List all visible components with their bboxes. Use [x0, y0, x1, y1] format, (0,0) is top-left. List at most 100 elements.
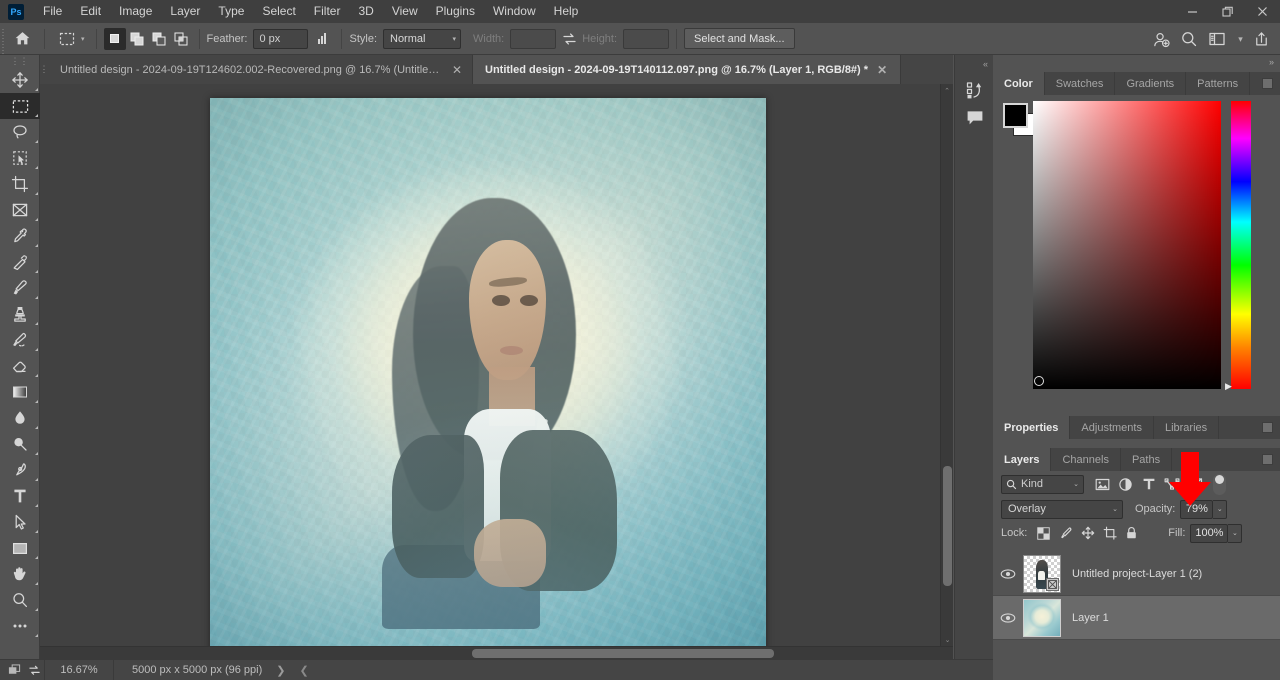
document-tab-1[interactable]: Untitled design - 2024-09-19T124602.002-… — [48, 55, 473, 84]
menu-item-file[interactable]: File — [34, 0, 71, 23]
vertical-scroll-thumb[interactable] — [943, 466, 952, 586]
horizontal-scroll-thumb[interactable] — [472, 649, 774, 658]
history-brush-tool[interactable] — [0, 327, 40, 353]
add-to-selection-button[interactable] — [126, 28, 148, 50]
close-icon[interactable]: ✕ — [877, 64, 887, 76]
fill-input[interactable]: 100% — [1190, 524, 1228, 543]
select-and-mask-button[interactable]: Select and Mask... — [684, 28, 795, 49]
minimize-button[interactable] — [1175, 0, 1210, 23]
status-expand-icon[interactable]: ❯ — [276, 664, 285, 677]
pen-tool[interactable] — [0, 457, 40, 483]
tab-channels[interactable]: Channels — [1051, 448, 1120, 471]
filter-toggle-switch[interactable] — [1213, 474, 1226, 495]
brush-tool[interactable] — [0, 275, 40, 301]
fill-chevron-icon[interactable]: ⌄ — [1228, 524, 1242, 543]
tab-libraries[interactable]: Libraries — [1154, 416, 1219, 439]
layer-name[interactable]: Untitled project-Layer 1 (2) — [1072, 568, 1202, 580]
chevron-down-icon[interactable]: ▾ — [81, 35, 85, 43]
width-input[interactable] — [510, 29, 556, 49]
rectangular-marquee-tool[interactable] — [0, 93, 40, 119]
table-row[interactable]: Untitled project-Layer 1 (2) — [993, 552, 1280, 596]
layer-visibility-toggle[interactable] — [993, 568, 1023, 580]
edit-toolbar-tool[interactable] — [0, 613, 40, 639]
rotate-view-icon[interactable] — [28, 664, 41, 677]
lock-transparent-pixels-icon[interactable] — [1033, 523, 1054, 543]
close-icon[interactable]: ✕ — [452, 64, 462, 76]
object-selection-tool[interactable] — [0, 145, 40, 171]
eraser-tool[interactable] — [0, 353, 40, 379]
menu-item-edit[interactable]: Edit — [71, 0, 110, 23]
tab-gradients[interactable]: Gradients — [1115, 72, 1186, 95]
rectangle-tool[interactable] — [0, 535, 40, 561]
scroll-down-icon[interactable]: ⌄ — [941, 633, 954, 646]
history-icon[interactable] — [955, 76, 994, 104]
menu-item-select[interactable]: Select — [253, 0, 304, 23]
lock-artboard-nesting-icon[interactable] — [1099, 523, 1120, 543]
foreground-color-swatch[interactable] — [1003, 103, 1028, 128]
type-tool[interactable] — [0, 483, 40, 509]
menu-item-window[interactable]: Window — [484, 0, 545, 23]
tab-properties[interactable]: Properties — [993, 416, 1070, 439]
swap-width-height-icon[interactable] — [556, 32, 582, 46]
foreground-background-swatches[interactable] — [1001, 101, 1037, 135]
tab-swatches[interactable]: Swatches — [1045, 72, 1116, 95]
options-bar-grip[interactable] — [0, 23, 7, 55]
tab-patterns[interactable]: Patterns — [1186, 72, 1250, 95]
tab-layers[interactable]: Layers — [993, 448, 1051, 471]
export-icon[interactable] — [1248, 26, 1274, 52]
zoom-level-field[interactable]: 16.67% — [44, 660, 114, 680]
tab-color[interactable]: Color — [993, 72, 1045, 95]
style-select[interactable]: Normal ▾ — [383, 29, 461, 49]
layer-filter-kind-select[interactable]: Kind ⌄ — [1001, 475, 1084, 494]
dodge-tool[interactable] — [0, 431, 40, 457]
hand-tool[interactable] — [0, 561, 40, 587]
document-canvas[interactable] — [210, 98, 766, 654]
tab-adjustments[interactable]: Adjustments — [1070, 416, 1154, 439]
hue-slider[interactable] — [1231, 101, 1251, 389]
tool-preset-picker[interactable]: ▾ — [52, 28, 89, 50]
hue-slider-marker[interactable]: ▶ — [1225, 381, 1232, 392]
workspace-icon[interactable] — [1204, 26, 1230, 52]
blend-mode-select[interactable]: Overlay ⌄ — [1001, 500, 1123, 519]
gradient-tool[interactable] — [0, 379, 40, 405]
table-row[interactable]: Layer 1 — [993, 596, 1280, 640]
menu-item-help[interactable]: Help — [545, 0, 588, 23]
adjustment-layer-filter-icon[interactable] — [1115, 474, 1136, 495]
menu-item-view[interactable]: View — [383, 0, 427, 23]
canvas-area[interactable]: ⌃ ⌄ — [40, 84, 953, 659]
move-tool[interactable] — [0, 67, 40, 93]
expand-panels-icon[interactable]: » — [1269, 57, 1274, 67]
layer-thumbnail[interactable] — [1023, 555, 1061, 593]
height-input[interactable] — [623, 29, 669, 49]
intersect-with-selection-button[interactable] — [170, 28, 192, 50]
new-selection-button[interactable] — [104, 28, 126, 50]
menu-item-layer[interactable]: Layer — [161, 0, 209, 23]
menu-item-filter[interactable]: Filter — [305, 0, 350, 23]
canvas-horizontal-scrollbar[interactable] — [40, 646, 953, 659]
color-field-picker[interactable] — [1034, 376, 1044, 386]
frame-tool[interactable] — [0, 197, 40, 223]
lock-position-icon[interactable] — [1077, 523, 1098, 543]
comments-icon[interactable] — [955, 104, 994, 132]
lasso-tool[interactable] — [0, 119, 40, 145]
healing-brush-tool[interactable] — [0, 249, 40, 275]
layer-visibility-toggle[interactable] — [993, 612, 1023, 624]
menu-item-3d[interactable]: 3D — [349, 0, 382, 23]
scroll-up-icon[interactable]: ⌃ — [941, 84, 953, 97]
panel-menu-icon[interactable] — [1262, 454, 1273, 465]
blur-tool[interactable] — [0, 405, 40, 431]
canvas-vertical-scrollbar[interactable]: ⌃ ⌄ — [940, 84, 953, 646]
clone-stamp-tool[interactable] — [0, 301, 40, 327]
status-collapse-icon[interactable]: ❮ — [299, 664, 308, 677]
zoom-tool[interactable] — [0, 587, 40, 613]
restore-button[interactable] — [1210, 0, 1245, 23]
type-layer-filter-icon[interactable] — [1138, 474, 1159, 495]
search-icon[interactable] — [1176, 26, 1202, 52]
layer-name[interactable]: Layer 1 — [1072, 612, 1109, 624]
panel-menu-icon[interactable] — [1262, 422, 1273, 433]
eyedropper-tool[interactable] — [0, 223, 40, 249]
menu-item-image[interactable]: Image — [110, 0, 161, 23]
close-button[interactable] — [1245, 0, 1280, 23]
duplicate-document-icon[interactable] — [8, 664, 21, 677]
menu-item-plugins[interactable]: Plugins — [427, 0, 484, 23]
